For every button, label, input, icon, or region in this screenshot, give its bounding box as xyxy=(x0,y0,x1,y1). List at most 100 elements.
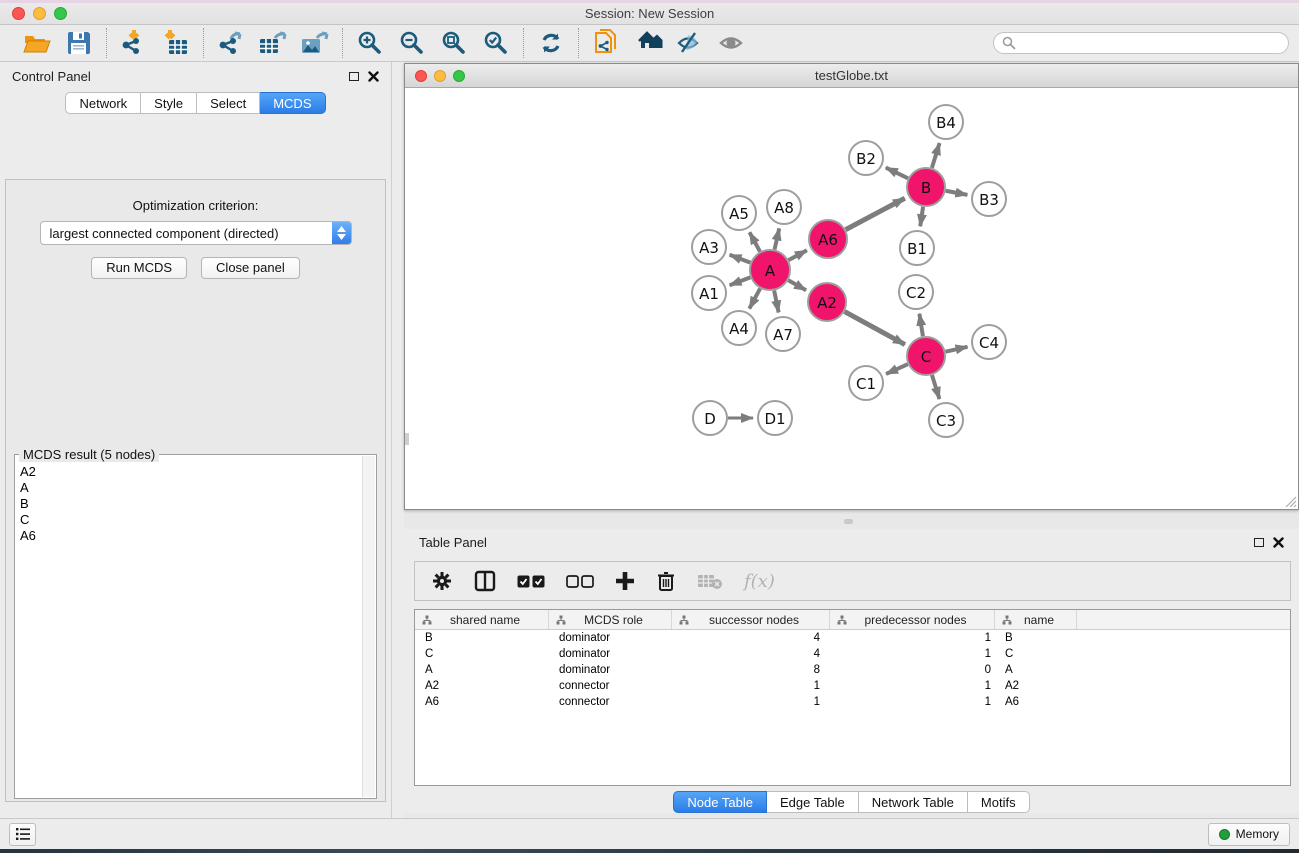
node-D[interactable]: D xyxy=(693,401,727,435)
hide-edges-icon[interactable] xyxy=(675,28,705,58)
home-icon[interactable] xyxy=(633,28,663,58)
show-graphics-details-icon[interactable] xyxy=(717,28,747,58)
open-file-icon[interactable] xyxy=(22,28,52,58)
export-image-icon[interactable] xyxy=(300,28,330,58)
edge-C-C4[interactable] xyxy=(946,347,968,352)
zoom-out-icon[interactable] xyxy=(397,28,427,58)
table-row[interactable]: Bdominator41B xyxy=(415,630,1290,646)
unselect-all-columns-icon[interactable] xyxy=(566,575,594,588)
select-all-columns-icon[interactable] xyxy=(517,575,545,588)
column-header-name[interactable]: name xyxy=(995,610,1077,629)
node-B1[interactable]: B1 xyxy=(900,231,934,265)
node-C[interactable]: C xyxy=(907,337,945,375)
node-B3[interactable]: B3 xyxy=(972,182,1006,216)
network-window-titlebar[interactable]: testGlobe.txt xyxy=(405,64,1298,88)
node-C2[interactable]: C2 xyxy=(899,275,933,309)
close-window-button[interactable] xyxy=(12,7,25,20)
node-B2[interactable]: B2 xyxy=(849,141,883,175)
search-input[interactable] xyxy=(1021,36,1280,50)
edge-A-A6[interactable] xyxy=(789,250,807,260)
edge-B-B3[interactable] xyxy=(946,191,968,195)
column-header-MCDS-role[interactable]: MCDS role xyxy=(549,610,672,629)
node-C4[interactable]: C4 xyxy=(972,325,1006,359)
table-settings-gear-icon[interactable] xyxy=(431,570,453,592)
mcds-result-item[interactable]: B xyxy=(16,496,362,512)
node-C3[interactable]: C3 xyxy=(929,403,963,437)
network-canvas[interactable]: B4B2BB3A8A5A6A3B1AA1C2A2A4A7C4CC1C3DD1 xyxy=(405,89,1298,509)
refresh-icon[interactable] xyxy=(536,28,566,58)
edge-C-C2[interactable] xyxy=(919,314,923,337)
column-header-predecessor-nodes[interactable]: predecessor nodes xyxy=(830,610,995,629)
edge-C-C3[interactable] xyxy=(932,375,939,399)
delete-column-icon[interactable] xyxy=(656,570,676,592)
edge-A-A7[interactable] xyxy=(774,291,778,313)
zoom-fit-icon[interactable] xyxy=(439,28,469,58)
edge-C-C1[interactable] xyxy=(886,364,908,374)
show-column-panel-icon[interactable] xyxy=(474,570,496,592)
mcds-result-item[interactable]: C xyxy=(16,512,362,528)
edge-B-B2[interactable] xyxy=(886,168,908,179)
close-panel-button[interactable]: Close panel xyxy=(201,257,300,279)
network-zoom-button[interactable] xyxy=(453,70,465,82)
tab-network-table[interactable]: Network Table xyxy=(859,791,968,813)
node-A7[interactable]: A7 xyxy=(766,317,800,351)
table-row[interactable]: Adominator80A xyxy=(415,662,1290,678)
node-B4[interactable]: B4 xyxy=(929,105,963,139)
node-A2[interactable]: A2 xyxy=(808,283,846,321)
column-header-shared-name[interactable]: shared name xyxy=(415,610,549,629)
mcds-result-item[interactable]: A6 xyxy=(16,528,362,544)
tab-network[interactable]: Network xyxy=(65,92,141,114)
table-row[interactable]: A6connector11A6 xyxy=(415,694,1290,710)
edge-A6-B[interactable] xyxy=(846,198,905,229)
table-row[interactable]: A2connector11A2 xyxy=(415,678,1290,694)
import-network-icon[interactable] xyxy=(119,28,149,58)
close-panel-icon[interactable] xyxy=(368,71,379,82)
network-minimize-button[interactable] xyxy=(434,70,446,82)
tab-motifs[interactable]: Motifs xyxy=(968,791,1030,813)
edge-B-B4[interactable] xyxy=(932,143,940,168)
close-table-panel-icon[interactable] xyxy=(1273,537,1284,548)
network-close-button[interactable] xyxy=(415,70,427,82)
edge-A-A8[interactable] xyxy=(775,228,780,249)
node-A4[interactable]: A4 xyxy=(722,311,756,345)
edge-A-A5[interactable] xyxy=(750,232,760,251)
node-A8[interactable]: A8 xyxy=(767,190,801,224)
mcds-result-item[interactable]: A xyxy=(16,480,362,496)
zoom-window-button[interactable] xyxy=(54,7,67,20)
clone-network-icon[interactable] xyxy=(591,28,621,58)
memory-button[interactable]: Memory xyxy=(1208,823,1290,846)
search-field[interactable] xyxy=(993,32,1289,54)
tab-edge-table[interactable]: Edge Table xyxy=(767,791,859,813)
node-C1[interactable]: C1 xyxy=(849,366,883,400)
tab-node-table[interactable]: Node Table xyxy=(673,791,767,813)
edge-A-A4[interactable] xyxy=(749,289,760,309)
edge-A-A1[interactable] xyxy=(730,277,751,285)
float-panel-icon[interactable] xyxy=(349,72,359,81)
network-graph[interactable]: B4B2BB3A8A5A6A3B1AA1C2A2A4A7C4CC1C3DD1 xyxy=(405,89,1297,509)
export-table-icon[interactable] xyxy=(258,28,288,58)
zoom-in-icon[interactable] xyxy=(355,28,385,58)
task-history-button[interactable] xyxy=(9,823,36,846)
mcds-result-item[interactable]: A2 xyxy=(16,464,362,480)
resize-grip-icon[interactable] xyxy=(1284,495,1297,508)
tab-select[interactable]: Select xyxy=(197,92,260,114)
minimize-window-button[interactable] xyxy=(33,7,46,20)
save-session-icon[interactable] xyxy=(64,28,94,58)
splitter-handle[interactable] xyxy=(844,519,853,524)
node-D1[interactable]: D1 xyxy=(758,401,792,435)
zoom-selected-icon[interactable] xyxy=(481,28,511,58)
table-row[interactable]: Cdominator41C xyxy=(415,646,1290,662)
export-network-icon[interactable] xyxy=(216,28,246,58)
edge-A-A2[interactable] xyxy=(788,280,806,290)
node-table[interactable]: shared nameMCDS rolesuccessor nodesprede… xyxy=(414,609,1291,786)
optimization-criterion-dropdown[interactable]: largest connected component (directed) xyxy=(40,221,352,245)
node-A3[interactable]: A3 xyxy=(692,230,726,264)
edge-B-B1[interactable] xyxy=(920,207,923,226)
run-mcds-button[interactable]: Run MCDS xyxy=(91,257,187,279)
edge-A2-C[interactable] xyxy=(845,312,905,345)
node-A6[interactable]: A6 xyxy=(809,220,847,258)
import-table-icon[interactable] xyxy=(161,28,191,58)
edge-A-A3[interactable] xyxy=(730,255,751,263)
node-A[interactable]: A xyxy=(750,250,790,290)
column-header-successor-nodes[interactable]: successor nodes xyxy=(672,610,830,629)
